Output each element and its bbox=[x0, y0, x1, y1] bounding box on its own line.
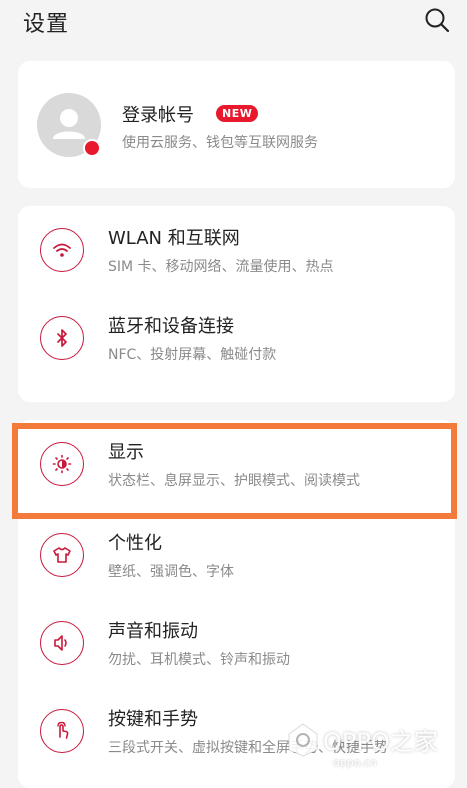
settings-item-personalization[interactable]: 个性化 壁纸、强调色、字体 bbox=[18, 511, 455, 599]
settings-item-subtitle: NFC、投射屏幕、触碰付款 bbox=[108, 347, 277, 363]
account-subtitle: 使用云服务、钱包等互联网服务 bbox=[122, 135, 318, 151]
settings-item-bluetooth[interactable]: 蓝牙和设备连接 NFC、投射屏幕、触碰付款 bbox=[18, 294, 455, 382]
highlight-box bbox=[12, 423, 457, 519]
oppo-logo-icon bbox=[288, 723, 318, 757]
settings-item-subtitle: 壁纸、强调色、字体 bbox=[108, 564, 234, 580]
new-badge: NEW bbox=[216, 105, 259, 122]
notification-dot bbox=[83, 139, 101, 157]
settings-item-subtitle: SIM 卡、移动网络、流量使用、热点 bbox=[108, 259, 334, 275]
speaker-icon bbox=[40, 621, 84, 665]
settings-item-title: 按键和手势 bbox=[108, 709, 198, 730]
settings-item-wlan[interactable]: WLAN 和互联网 SIM 卡、移动网络、流量使用、热点 bbox=[18, 206, 455, 294]
settings-group-connectivity: WLAN 和互联网 SIM 卡、移动网络、流量使用、热点 蓝牙和设备连接 NFC… bbox=[18, 206, 455, 402]
watermark-text: OPPO之家 bbox=[323, 728, 438, 756]
gesture-icon bbox=[40, 709, 84, 753]
settings-item-title: 声音和振动 bbox=[108, 621, 198, 642]
account-card[interactable]: 登录帐号 NEW 使用云服务、钱包等互联网服务 bbox=[18, 61, 455, 188]
bluetooth-icon bbox=[40, 316, 84, 360]
settings-item-sound[interactable]: 声音和振动 勿扰、耳机模式、铃声和振动 bbox=[18, 599, 455, 687]
page-title: 设置 bbox=[23, 12, 70, 37]
settings-item-subtitle: 勿扰、耳机模式、铃声和振动 bbox=[108, 652, 290, 668]
avatar bbox=[37, 93, 101, 157]
header: 设置 bbox=[0, 0, 467, 44]
tshirt-icon bbox=[40, 533, 84, 577]
settings-item-title: 蓝牙和设备连接 bbox=[108, 316, 234, 337]
settings-item-title: 个性化 bbox=[108, 533, 162, 554]
settings-item-title: WLAN 和互联网 bbox=[108, 228, 240, 249]
wifi-icon bbox=[40, 228, 84, 272]
account-title: 登录帐号 bbox=[122, 105, 194, 126]
search-icon[interactable] bbox=[423, 6, 451, 34]
watermark-url: oppo.cn bbox=[333, 756, 377, 769]
watermark: OPPO之家 oppo.cn bbox=[283, 718, 463, 778]
